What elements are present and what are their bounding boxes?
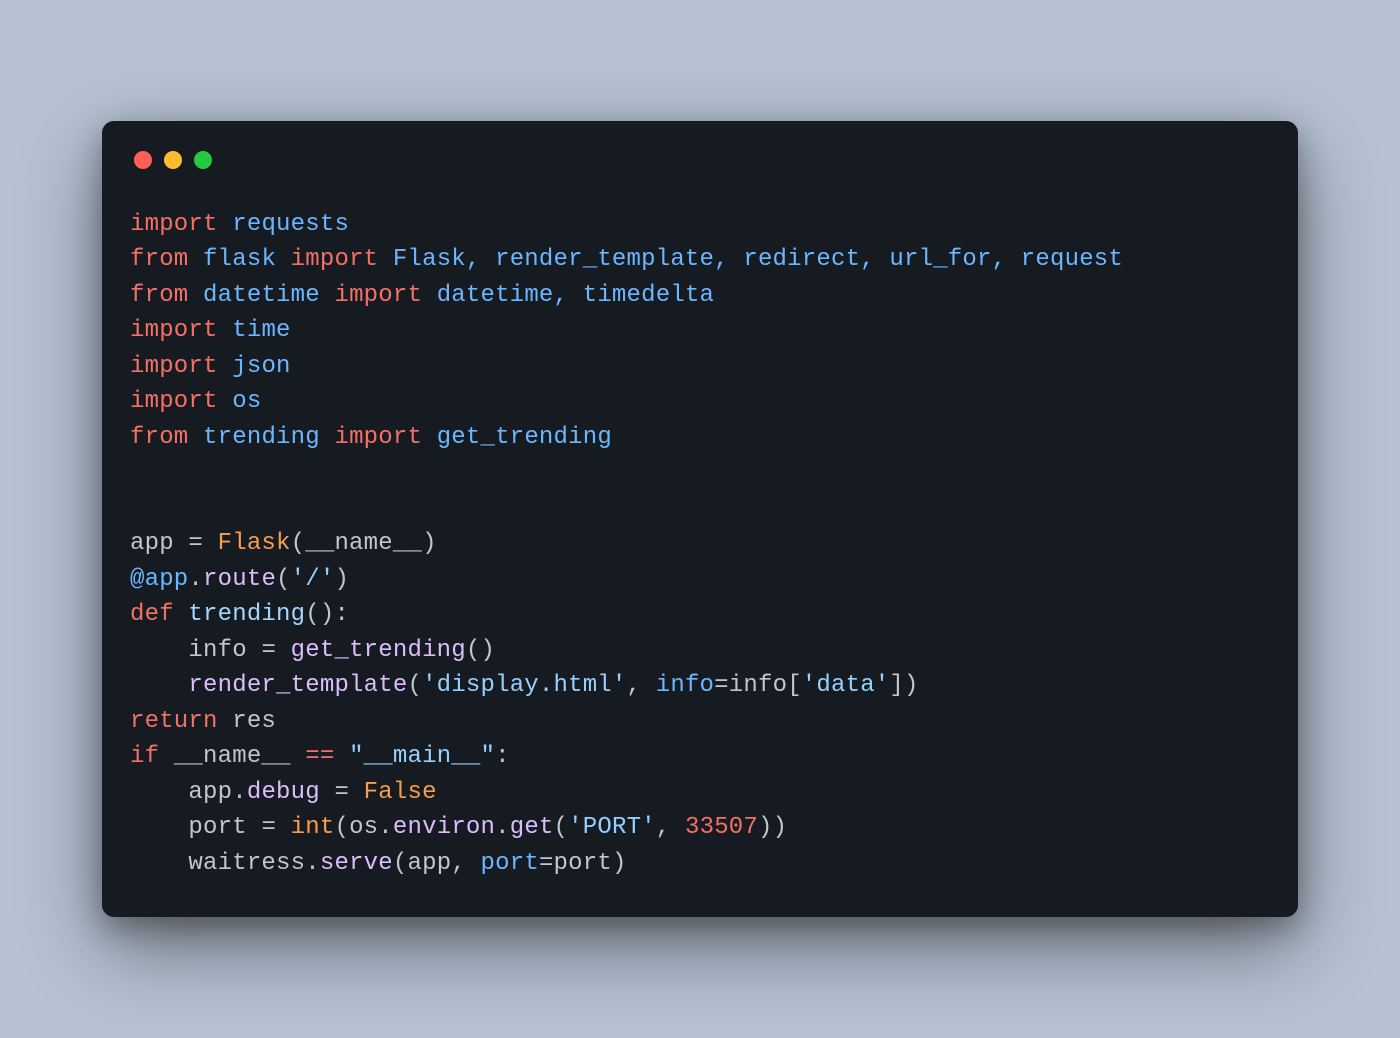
code-line: app = Flask(__name__) bbox=[130, 530, 437, 557]
code-line: from datetime import datetime, timedelta bbox=[130, 282, 714, 309]
code-line: from flask import Flask, render_template… bbox=[130, 246, 1123, 273]
code-line: from trending import get_trending bbox=[130, 424, 612, 451]
code-line: import os bbox=[130, 388, 261, 415]
code-line: port = int(os.environ.get('PORT', 33507)… bbox=[130, 814, 787, 841]
traffic-lights bbox=[134, 151, 1270, 169]
code-line: if __name__ == "__main__": bbox=[130, 743, 510, 770]
code-window: import requests from flask import Flask,… bbox=[102, 121, 1298, 918]
code-line: import time bbox=[130, 317, 291, 344]
code-line: import requests bbox=[130, 211, 349, 238]
code-line: return res bbox=[130, 708, 276, 735]
code-line: render_template('display.html', info=inf… bbox=[130, 672, 919, 699]
minimize-icon[interactable] bbox=[164, 151, 182, 169]
code-line: info = get_trending() bbox=[130, 637, 495, 664]
code-line: @app.route('/') bbox=[130, 566, 349, 593]
code-line: app.debug = False bbox=[130, 779, 437, 806]
code-line: waitress.serve(app, port=port) bbox=[130, 850, 627, 877]
code-block: import requests from flask import Flask,… bbox=[130, 207, 1270, 882]
code-line: def trending(): bbox=[130, 601, 349, 628]
close-icon[interactable] bbox=[134, 151, 152, 169]
code-line: import json bbox=[130, 353, 291, 380]
maximize-icon[interactable] bbox=[194, 151, 212, 169]
